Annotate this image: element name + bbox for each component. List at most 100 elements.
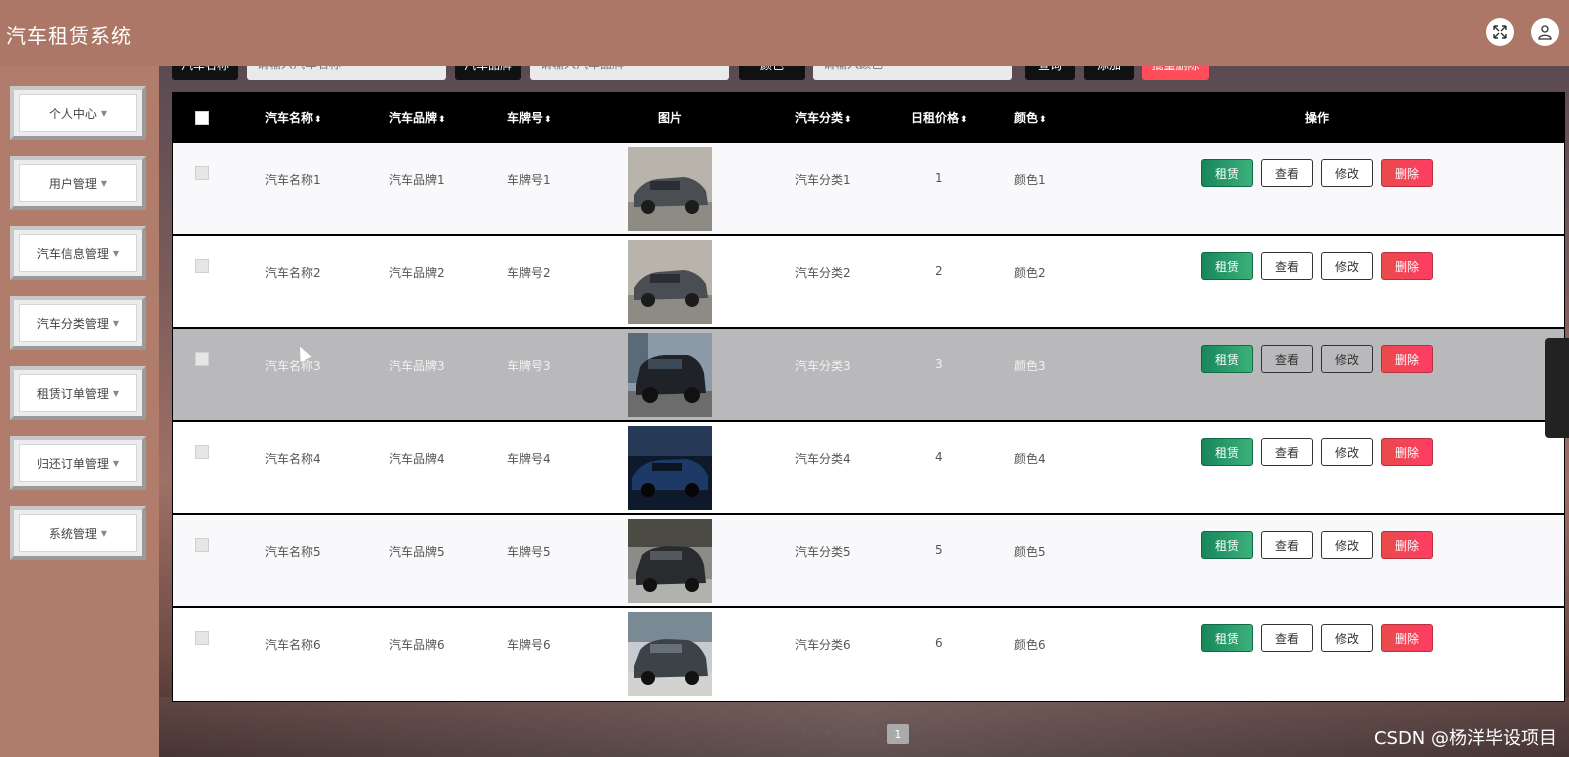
chevron-down-icon: ▼ xyxy=(100,108,108,118)
user-button[interactable] xyxy=(1531,18,1559,46)
view-button[interactable]: 查看 xyxy=(1261,531,1313,559)
chevron-down-icon: ▼ xyxy=(112,318,120,328)
table-row[interactable]: 汽车名称3 汽车品牌3 车牌号3 汽车分类3 3 颜色3 租赁 查看 修改 删除 xyxy=(173,329,1564,422)
delete-button[interactable]: 删除 xyxy=(1381,159,1433,187)
fullscreen-icon xyxy=(1493,25,1507,39)
rent-button[interactable]: 租赁 xyxy=(1201,252,1253,280)
car-image[interactable] xyxy=(628,519,712,603)
cell-plate: 车牌号3 xyxy=(507,359,551,373)
col-header-category[interactable]: 汽车分类⬍ xyxy=(795,93,852,143)
table-row[interactable]: 汽车名称4 汽车品牌4 车牌号4 汽车分类4 4 颜色4 租赁 查看 修改 删除 xyxy=(173,422,1564,515)
sidebar-item-rental-order-management[interactable]: 租赁订单管理 ▼ xyxy=(10,366,146,420)
cell-name: 汽车名称3 xyxy=(265,359,321,373)
sidebar-item-car-info-management[interactable]: 汽车信息管理 ▼ xyxy=(10,226,146,280)
col-header-brand[interactable]: 汽车品牌⬍ xyxy=(389,93,446,143)
rent-button[interactable]: 租赁 xyxy=(1201,624,1253,652)
row-checkbox[interactable] xyxy=(195,445,209,459)
delete-button[interactable]: 删除 xyxy=(1381,624,1433,652)
rent-button[interactable]: 租赁 xyxy=(1201,438,1253,466)
sidebar-item-user-management[interactable]: 用户管理 ▼ xyxy=(10,156,146,210)
cell-category: 汽车分类5 xyxy=(795,545,851,559)
row-checkbox[interactable] xyxy=(195,352,209,366)
car-image[interactable] xyxy=(628,147,712,231)
col-header-price[interactable]: 日租价格⬍ xyxy=(911,93,968,143)
col-header-plate[interactable]: 车牌号⬍ xyxy=(507,93,552,143)
sidebar-item-label: 用户管理 xyxy=(48,176,97,191)
rent-button[interactable]: 租赁 xyxy=(1201,159,1253,187)
edit-button[interactable]: 修改 xyxy=(1321,531,1373,559)
select-all-checkbox[interactable] xyxy=(195,111,209,125)
sidebar-item-system-management[interactable]: 系统管理 ▼ xyxy=(10,506,146,560)
chevron-down-icon: ▼ xyxy=(112,458,120,468)
table-row[interactable]: 汽车名称6 汽车品牌6 车牌号6 汽车分类6 6 颜色6 租赁 查看 修改 删除 xyxy=(173,608,1564,701)
table-header: 汽车名称⬍ 汽车品牌⬍ 车牌号⬍ 图片 汽车分类⬍ 日租价格⬍ 颜色⬍ 操作 xyxy=(173,93,1564,143)
sidebar: 个人中心 ▼ 用户管理 ▼ 汽车信息管理 ▼ 汽车分类管理 ▼ 租赁订单管理 ▼ 归还订单… xyxy=(0,66,159,757)
car-image[interactable] xyxy=(628,426,712,510)
view-button[interactable]: 查看 xyxy=(1261,345,1313,373)
page-size-select[interactable]: 10 xyxy=(800,728,814,741)
edit-button[interactable]: 修改 xyxy=(1321,252,1373,280)
sort-icon: ⬍ xyxy=(314,115,322,125)
sidebar-item-label: 个人中心 xyxy=(48,106,97,121)
sidebar-item-personal-center[interactable]: 个人中心 ▼ xyxy=(10,86,146,140)
cell-plate: 车牌号1 xyxy=(507,173,551,187)
view-button[interactable]: 查看 xyxy=(1261,252,1313,280)
table-row[interactable]: 汽车名称2 汽车品牌2 车牌号2 汽车分类2 2 颜色2 租赁 查看 修改 删除 xyxy=(173,236,1564,329)
cell-color: 颜色1 xyxy=(1014,173,1046,187)
cell-brand: 汽车品牌1 xyxy=(389,173,445,187)
app-title: 汽车租赁系统 xyxy=(6,24,132,48)
page-button[interactable]: 1 xyxy=(886,724,909,744)
view-button[interactable]: 查看 xyxy=(1261,159,1313,187)
cell-color: 颜色2 xyxy=(1014,266,1046,280)
sort-icon: ⬍ xyxy=(1039,115,1047,125)
row-checkbox[interactable] xyxy=(195,259,209,273)
cell-brand: 汽车品牌6 xyxy=(389,638,445,652)
cell-name: 汽车名称4 xyxy=(265,452,321,466)
chevron-down-icon: ▼ xyxy=(112,388,120,398)
cell-category: 汽车分类1 xyxy=(795,173,851,187)
car-image[interactable] xyxy=(628,612,712,696)
table-row[interactable]: 汽车名称1 汽车品牌1 车牌号1 汽车分类1 1 颜色1 租赁 查看 修改 删除 xyxy=(173,143,1564,236)
cell-plate: 车牌号2 xyxy=(507,266,551,280)
sort-icon: ⬍ xyxy=(844,115,852,125)
fullscreen-button[interactable] xyxy=(1486,18,1514,46)
car-image[interactable] xyxy=(628,333,712,417)
total-count: 共 6 条 xyxy=(840,728,877,741)
edit-button[interactable]: 修改 xyxy=(1321,159,1373,187)
side-drawer-tab[interactable] xyxy=(1545,338,1569,438)
chevron-down-icon: ▼ xyxy=(112,248,120,258)
delete-button[interactable]: 删除 xyxy=(1381,345,1433,373)
cell-category: 汽车分类3 xyxy=(795,359,851,373)
row-checkbox[interactable] xyxy=(195,538,209,552)
cell-brand: 汽车品牌4 xyxy=(389,452,445,466)
cell-plate: 车牌号5 xyxy=(507,545,551,559)
edit-button[interactable]: 修改 xyxy=(1321,438,1373,466)
cell-name: 汽车名称6 xyxy=(265,638,321,652)
edit-button[interactable]: 修改 xyxy=(1321,624,1373,652)
sidebar-item-label: 系统管理 xyxy=(48,526,97,541)
col-header-actions: 操作 xyxy=(1305,111,1330,125)
sidebar-item-car-category-management[interactable]: 汽车分类管理 ▼ xyxy=(10,296,146,350)
cell-price: 4 xyxy=(935,450,943,464)
cell-color: 颜色5 xyxy=(1014,545,1046,559)
col-header-name[interactable]: 汽车名称⬍ xyxy=(265,93,322,143)
delete-button[interactable]: 删除 xyxy=(1381,531,1433,559)
delete-button[interactable]: 删除 xyxy=(1381,438,1433,466)
view-button[interactable]: 查看 xyxy=(1261,438,1313,466)
row-checkbox[interactable] xyxy=(195,166,209,180)
sidebar-item-return-order-management[interactable]: 归还订单管理 ▼ xyxy=(10,436,146,490)
table-row[interactable]: 汽车名称5 汽车品牌5 车牌号5 汽车分类5 5 颜色5 租赁 查看 修改 删除 xyxy=(173,515,1564,608)
cell-price: 2 xyxy=(935,264,943,278)
col-header-color[interactable]: 颜色⬍ xyxy=(1014,93,1047,143)
edit-button[interactable]: 修改 xyxy=(1321,345,1373,373)
delete-button[interactable]: 删除 xyxy=(1381,252,1433,280)
cell-price: 5 xyxy=(935,543,943,557)
car-image[interactable] xyxy=(628,240,712,324)
rent-button[interactable]: 租赁 xyxy=(1201,345,1253,373)
row-checkbox[interactable] xyxy=(195,631,209,645)
watermark: CSDN @杨洋毕设项目 xyxy=(1373,728,1557,749)
sidebar-item-label: 归还订单管理 xyxy=(36,456,109,471)
rent-button[interactable]: 租赁 xyxy=(1201,531,1253,559)
chevron-down-icon: ▼ xyxy=(100,528,108,538)
view-button[interactable]: 查看 xyxy=(1261,624,1313,652)
